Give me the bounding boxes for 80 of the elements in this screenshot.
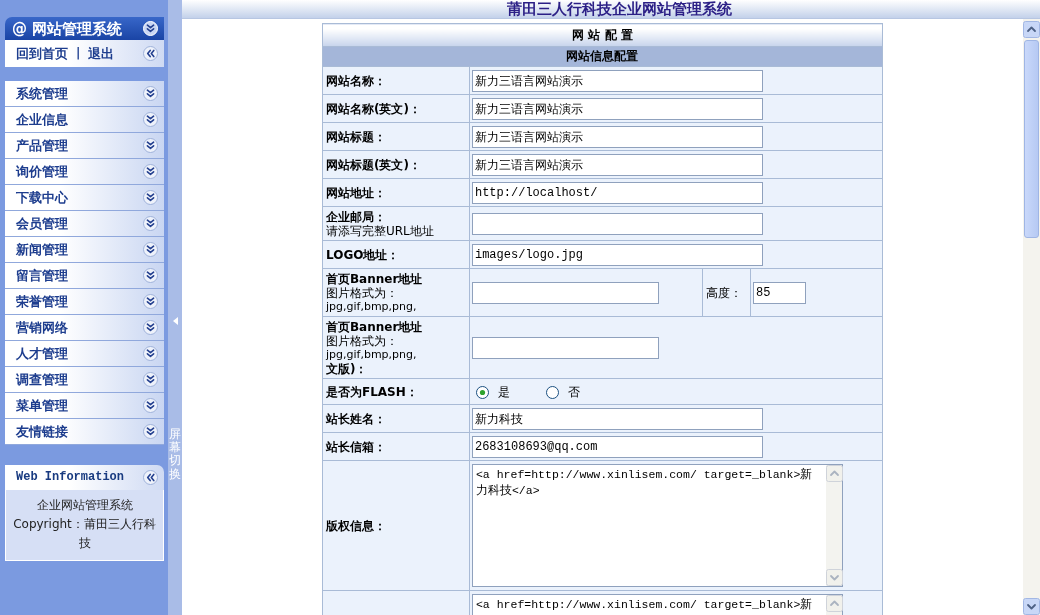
text-input[interactable]	[471, 213, 763, 235]
field-label: 文版)：	[325, 362, 369, 376]
radio-icon[interactable]	[475, 385, 489, 399]
double-chevron-down-icon[interactable]	[143, 424, 158, 439]
menu-item[interactable]: 调查管理	[5, 367, 164, 393]
menu-item[interactable]: 询价管理	[5, 159, 164, 185]
quick-link[interactable]: 退出	[88, 46, 115, 61]
text-input[interactable]: http://localhost/	[471, 182, 763, 204]
info-text: Copyright：莆田三人行科技	[12, 516, 157, 552]
menu-item[interactable]: 人才管理	[5, 341, 164, 367]
scrollbar-thumb[interactable]	[1024, 40, 1039, 238]
double-chevron-down-icon[interactable]	[143, 216, 158, 231]
hint-text: jpg,gif,bmp,png,	[325, 300, 418, 314]
text-input[interactable]: images/logo.jpg	[471, 244, 763, 266]
info-panel-title: Web Information	[16, 470, 125, 485]
field-label: 是否为FLASH：	[325, 385, 419, 399]
menu-item[interactable]: 下载中心	[5, 185, 164, 211]
field-label: 网站名称：	[325, 74, 387, 88]
hint-text: 图片格式为：	[325, 334, 399, 348]
field-label: 网站地址：	[325, 186, 387, 200]
field-label: 站长姓名：	[325, 412, 387, 426]
info-text: 企业网站管理系统	[35, 497, 134, 514]
field-label: 网站标题：	[325, 130, 387, 144]
text-input[interactable]: 新力三语言网站演示	[471, 154, 763, 176]
menu-item[interactable]: 留言管理	[5, 263, 164, 289]
double-chevron-down-icon[interactable]	[143, 346, 158, 361]
menu-item[interactable]: 系统管理	[5, 81, 164, 107]
field-label: 首页Banner地址	[325, 272, 424, 286]
section-header: 网站信息配置	[322, 46, 883, 67]
text-input[interactable]	[471, 282, 659, 304]
double-chevron-down-icon[interactable]	[143, 242, 158, 257]
scroll-up-icon[interactable]	[1023, 21, 1040, 38]
field-label: 网站名称(英文)：	[325, 102, 422, 116]
field-label: 企业邮局：	[325, 210, 387, 224]
menu-item[interactable]: 企业信息	[5, 107, 164, 133]
page-scrollbar[interactable]	[1023, 19, 1040, 615]
text-input[interactable]: 2683108693@qq.com	[471, 436, 763, 458]
field-label: 首页Banner地址	[325, 320, 424, 334]
radio-option[interactable]: 否	[545, 382, 580, 402]
double-chevron-down-icon[interactable]	[143, 164, 158, 179]
field-label: 网站标题(英文)：	[325, 158, 422, 172]
sidebar-title: @ 网站管理系统	[12, 19, 123, 38]
radio-option[interactable]: 是	[475, 382, 510, 402]
double-chevron-down-icon[interactable]	[143, 86, 158, 101]
field-label: 站长信箱：	[325, 440, 387, 454]
double-chevron-down-icon[interactable]	[143, 268, 158, 283]
hint-text: jpg,gif,bmp,png,	[325, 348, 418, 362]
double-chevron-down-icon[interactable]	[143, 138, 158, 153]
radio-icon[interactable]	[545, 385, 559, 399]
quick-link[interactable]: 回到首页	[16, 46, 68, 61]
double-chevron-down-icon[interactable]	[143, 372, 158, 387]
menu-item[interactable]: 新闻管理	[5, 237, 164, 263]
double-chevron-down-icon[interactable]	[143, 320, 158, 335]
double-chevron-left-icon[interactable]	[143, 470, 158, 485]
menu-item[interactable]: 会员管理	[5, 211, 164, 237]
hint-text: 图片格式为：	[325, 286, 399, 300]
text-input[interactable]: 新力三语言网站演示	[471, 70, 763, 92]
field-label: 高度：	[705, 285, 742, 300]
field-label: LOGO地址：	[325, 248, 401, 262]
double-chevron-down-icon[interactable]	[143, 112, 158, 127]
menu-item[interactable]: 产品管理	[5, 133, 164, 159]
text-input[interactable]	[471, 337, 659, 359]
field-label: 版权信息：	[325, 519, 387, 533]
double-chevron-down-icon[interactable]	[143, 294, 158, 309]
double-chevron-down-icon[interactable]	[143, 398, 158, 413]
double-chevron-down-icon[interactable]	[143, 190, 158, 205]
double-chevron-left-icon[interactable]	[143, 46, 158, 61]
menu-item[interactable]: 菜单管理	[5, 393, 164, 419]
form-title: 网 站 配 置	[322, 23, 883, 47]
menu-item[interactable]: 荣誉管理	[5, 289, 164, 315]
menu-item[interactable]: 营销网络	[5, 315, 164, 341]
page-title: 莆田三人行科技企业网站管理系统	[506, 0, 732, 18]
text-input[interactable]: 新力科技	[471, 408, 763, 430]
hint-text: 请添写完整URL地址	[325, 224, 435, 238]
scroll-down-icon[interactable]	[1023, 598, 1040, 615]
text-input[interactable]: 新力三语言网站演示	[471, 126, 763, 148]
height-input[interactable]: 85	[752, 282, 806, 304]
menu-item[interactable]: 友情链接	[5, 419, 164, 445]
link-separator: |	[76, 46, 81, 61]
text-input[interactable]: 新力三语言网站演示	[471, 98, 763, 120]
